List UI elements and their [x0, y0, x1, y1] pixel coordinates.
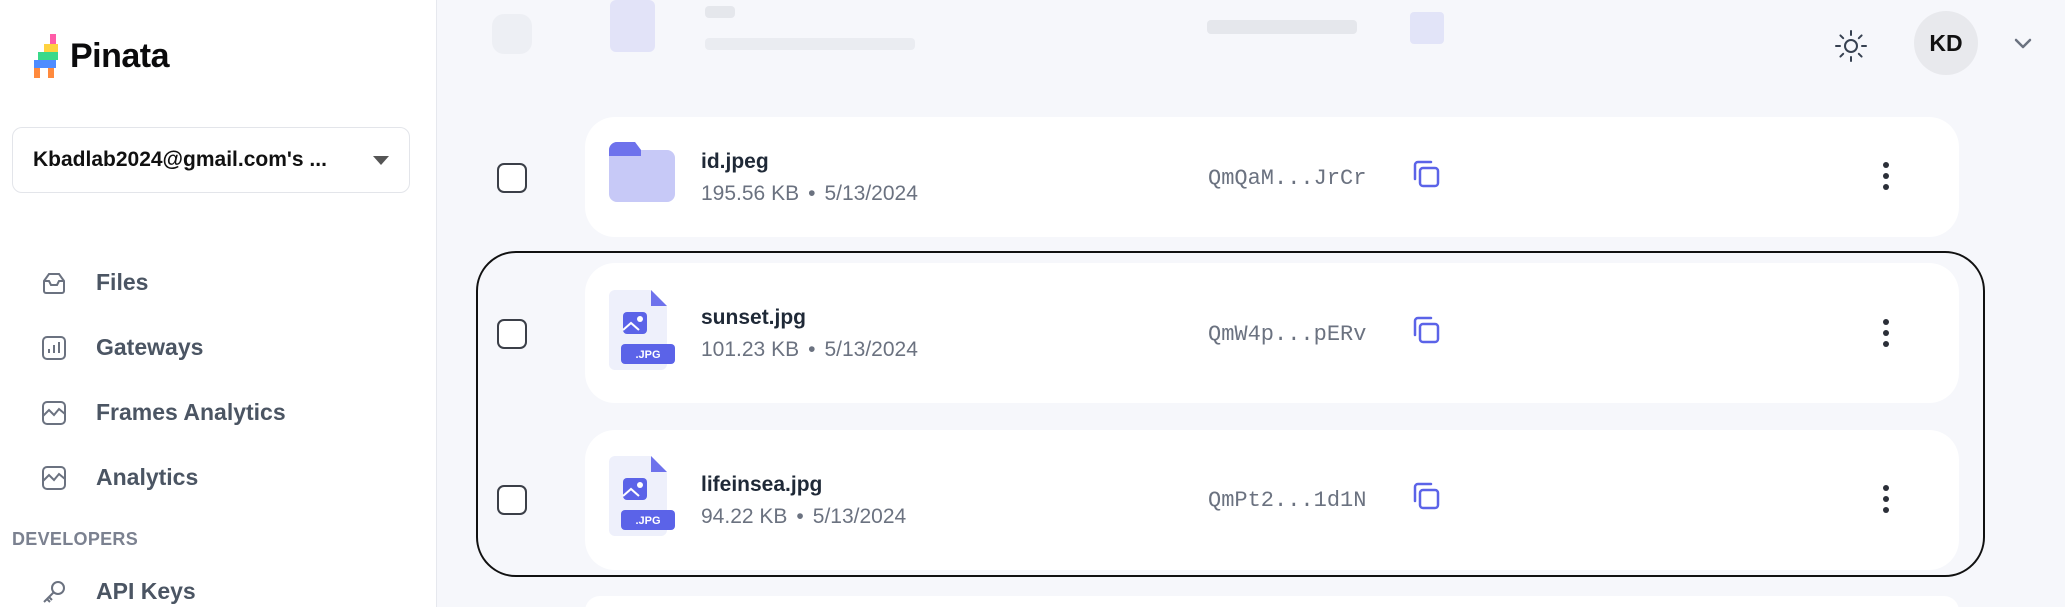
- copy-icon[interactable]: [1409, 479, 1443, 513]
- account-selector[interactable]: Kbadlab2024@gmail.com's ...: [12, 127, 410, 193]
- pinata-logo[interactable]: Pinata: [30, 34, 170, 78]
- files-icon: [43, 272, 65, 294]
- pinata-logo-icon: [34, 34, 58, 78]
- sidebar-item-api-keys[interactable]: API Keys: [0, 559, 437, 607]
- sidebar-item-label: Frames Analytics: [96, 399, 286, 425]
- file-size: 195.56 KB: [701, 182, 800, 205]
- copy-icon[interactable]: [1409, 157, 1443, 191]
- sidebar-item-analytics[interactable]: Analytics: [0, 445, 437, 510]
- file-meta: 195.56 KB • 5/13/2024: [701, 182, 918, 206]
- file-row-partial: [585, 596, 1959, 607]
- sidebar-item-files[interactable]: Files: [0, 250, 437, 315]
- kebab-dot-icon: [1883, 485, 1889, 491]
- kebab-dot-icon: [1883, 319, 1889, 325]
- account-name: Kbadlab2024@gmail.com's ...: [33, 148, 327, 171]
- jpg-file-icon: .JPG: [609, 456, 675, 536]
- file-date: 5/13/2024: [824, 338, 918, 361]
- sidebar-item-label: Analytics: [96, 464, 199, 490]
- user-avatar[interactable]: KD: [1914, 11, 1978, 75]
- user-menu-button[interactable]: [2008, 28, 2038, 58]
- gateways-icon: [42, 335, 66, 360]
- sidebar-nav: Files Gateways Frames Analytics Analytic…: [0, 250, 437, 510]
- sidebar-item-label: Gateways: [96, 334, 204, 360]
- sun-icon: [1835, 30, 1867, 62]
- kebab-dot-icon: [1883, 330, 1889, 336]
- sidebar-item-gateways[interactable]: Gateways: [0, 315, 437, 380]
- file-row[interactable]: .JPG sunset.jpg 101.23 KB • 5/13/2024 QmW4…: [585, 263, 1959, 403]
- row-checkbox[interactable]: [497, 319, 527, 349]
- file-size: 101.23 KB: [701, 338, 800, 361]
- file-meta: 101.23 KB • 5/13/2024: [701, 338, 918, 362]
- copy-icon[interactable]: [1409, 313, 1443, 347]
- file-date: 5/13/2024: [812, 505, 907, 528]
- sidebar: Pinata Kbadlab2024@gmail.com's ... Files…: [0, 0, 437, 607]
- file-cid: QmPt2...1d1N: [1208, 488, 1367, 513]
- brand-name: Pinata: [70, 36, 170, 75]
- kebab-dot-icon: [1883, 173, 1889, 179]
- developers-section-title: DEVELOPERS: [12, 529, 139, 549]
- row-checkbox[interactable]: [497, 485, 527, 515]
- folder-icon: [609, 142, 675, 202]
- faded-file-row: [480, 0, 1980, 60]
- faded-cid: [1207, 20, 1357, 34]
- file-meta: 94.22 KB • 5/13/2024: [701, 505, 906, 529]
- faded-file-meta: [705, 38, 915, 50]
- faded-file-icon: [610, 0, 655, 52]
- kebab-dot-icon: [1883, 162, 1889, 168]
- file-name[interactable]: lifeinsea.jpg: [701, 473, 822, 497]
- file-cid: QmW4p...pERv: [1208, 322, 1367, 347]
- kebab-dot-icon: [1883, 184, 1889, 190]
- file-type-badge: .JPG: [635, 515, 660, 527]
- theme-toggle-button[interactable]: [1830, 25, 1872, 67]
- dropdown-caret-icon: [373, 155, 389, 165]
- chevron-down-icon: [2014, 38, 2032, 49]
- file-cid: QmQaM...JrCr: [1208, 166, 1367, 191]
- file-type-badge: .JPG: [635, 349, 660, 361]
- more-options-button[interactable]: [1874, 156, 1898, 196]
- key-icon: [43, 580, 65, 603]
- file-date: 5/13/2024: [824, 182, 918, 205]
- more-options-button[interactable]: [1874, 479, 1898, 519]
- faded-checkbox: [492, 14, 532, 54]
- more-options-button[interactable]: [1874, 313, 1898, 353]
- kebab-dot-icon: [1883, 496, 1889, 502]
- faded-copy-icon: [1410, 12, 1444, 44]
- file-row[interactable]: .JPG lifeinsea.jpg 94.22 KB • 5/13/2024 Qm…: [585, 430, 1959, 570]
- frames-analytics-icon: [42, 400, 66, 425]
- faded-file-name: [705, 6, 735, 18]
- file-row[interactable]: id.jpeg 195.56 KB • 5/13/2024 QmQaM...JrCr: [585, 117, 1959, 237]
- sidebar-item-label: Files: [96, 269, 149, 295]
- separator-dot: •: [808, 182, 816, 205]
- sidebar-item-frames-analytics[interactable]: Frames Analytics: [0, 380, 437, 445]
- sidebar-item-label: API Keys: [96, 578, 196, 604]
- kebab-dot-icon: [1883, 507, 1889, 513]
- analytics-icon: [42, 465, 66, 490]
- file-name[interactable]: id.jpeg: [701, 150, 769, 174]
- kebab-dot-icon: [1883, 341, 1889, 347]
- jpg-file-icon: .JPG: [609, 290, 675, 370]
- file-name[interactable]: sunset.jpg: [701, 306, 806, 330]
- separator-dot: •: [808, 338, 816, 361]
- file-size: 94.22 KB: [701, 505, 788, 528]
- row-checkbox[interactable]: [497, 163, 527, 193]
- separator-dot: •: [796, 505, 804, 528]
